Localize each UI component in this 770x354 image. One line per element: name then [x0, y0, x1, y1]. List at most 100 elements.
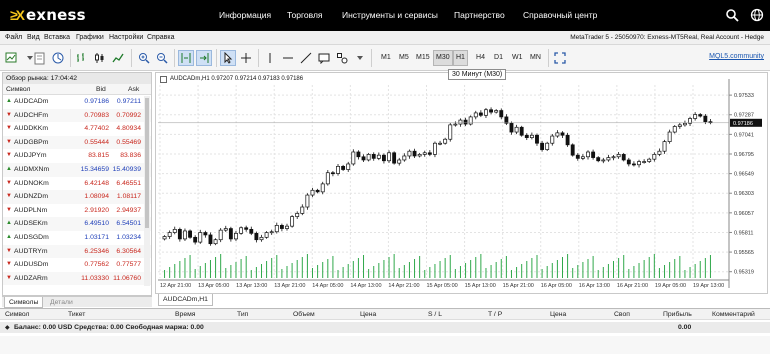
- timeframe-h4[interactable]: H4: [474, 50, 487, 66]
- column-symbol[interactable]: Символ: [6, 86, 31, 93]
- market-watch-row[interactable]: ▼ AUDTRYm 6.25346 6.30564: [3, 244, 151, 259]
- nav-tools[interactable]: Инструменты и сервисы: [342, 10, 438, 20]
- market-watch-row[interactable]: ▼ AUDNOKm 6.42148 6.46551: [3, 177, 151, 191]
- market-watch-row[interactable]: ▼ AUDNZDm 1.08094 1.08117: [3, 190, 151, 204]
- tab-details[interactable]: Детали: [46, 297, 77, 308]
- down-arrow-icon: ▼: [6, 138, 12, 145]
- y-tick-label: 0.95811: [734, 230, 753, 236]
- exness-wordmark: exness: [26, 6, 86, 24]
- balance-marker-icon: ◆: [5, 325, 10, 331]
- menu-charts[interactable]: Графики: [76, 34, 104, 41]
- market-watch-row[interactable]: ▼ AUDPLNm 2.91920 2.94937: [3, 204, 151, 218]
- chart-window[interactable]: AUDCADm,H1 0.97207 0.97214 0.97183 0.971…: [155, 72, 768, 294]
- bull-candle: [310, 189, 315, 196]
- timeframe-d1[interactable]: D1: [492, 50, 505, 66]
- bar-chart-icon[interactable]: [74, 50, 90, 66]
- bull-candle: [198, 232, 203, 243]
- market-watch-row[interactable]: ▼ AUDJPYm 83.815 83.836: [3, 149, 151, 163]
- timeframe-w1[interactable]: W1: [510, 50, 525, 66]
- market-watch-row[interactable]: ▲ AUDMXNm 15.34659 15.40939: [3, 162, 151, 177]
- timeframe-m15[interactable]: M15: [414, 50, 432, 66]
- timeframe-h1[interactable]: H1: [453, 50, 468, 66]
- bull-candle: [320, 183, 325, 193]
- bear-candle: [570, 144, 575, 156]
- market-watch-row[interactable]: ▼ AUDDKKm 4.77402 4.80934: [3, 122, 151, 136]
- autoscroll-icon[interactable]: [196, 50, 212, 66]
- col-swap[interactable]: Своп: [614, 311, 630, 318]
- bear-candle: [249, 229, 254, 234]
- bull-candle: [305, 194, 310, 208]
- down-arrow-icon: ▼: [6, 247, 12, 254]
- dropdown-arrow-icon[interactable]: [352, 50, 368, 66]
- col-sl[interactable]: S / L: [428, 311, 442, 318]
- menu-view[interactable]: Вид: [27, 34, 40, 41]
- bear-candle: [478, 112, 483, 116]
- bull-candle: [693, 114, 698, 119]
- market-watch-row[interactable]: ▼ AUDZARm 11.03330 11.06760: [3, 271, 151, 286]
- algo-trading-icon[interactable]: [50, 50, 66, 66]
- market-watch-row[interactable]: ▲ AUDCADm 0.97186 0.97211: [3, 95, 151, 109]
- zoom-in-icon[interactable]: [136, 50, 152, 66]
- cursor-icon[interactable]: [220, 50, 236, 66]
- shapes-icon[interactable]: [334, 50, 350, 66]
- candlestick-chart-icon[interactable]: [92, 50, 108, 66]
- market-watch-row[interactable]: ▼ AUDGBPm 0.55444 0.55469: [3, 135, 151, 150]
- price-chart[interactable]: 0.97533 0.97287 0.97041 0.96795 0.96549 0.963…: [156, 73, 767, 293]
- menu-insert[interactable]: Вставка: [44, 34, 70, 41]
- new-order-icon[interactable]: [32, 50, 48, 66]
- col-comment[interactable]: Комментарий: [712, 311, 755, 318]
- fullscreen-icon[interactable]: [552, 50, 568, 66]
- nav-info[interactable]: Информация: [219, 10, 271, 20]
- col-volume[interactable]: Объем: [293, 311, 315, 318]
- globe-icon[interactable]: [750, 8, 764, 22]
- new-chart-icon[interactable]: [4, 50, 20, 66]
- search-icon[interactable]: [725, 8, 739, 22]
- col-ticket[interactable]: Тикет: [68, 311, 85, 318]
- market-watch-row[interactable]: ▼ AUDCHFm 0.70983 0.70992: [3, 108, 151, 123]
- market-watch-scrollbar[interactable]: [144, 96, 150, 286]
- market-watch-row[interactable]: ▲ AUDSEKm 6.49510 6.54501: [3, 217, 151, 231]
- col-price[interactable]: Цена: [360, 311, 376, 318]
- chart-tab[interactable]: AUDCADm,H1: [158, 294, 213, 306]
- tab-symbols[interactable]: Символы: [4, 297, 44, 308]
- col-time[interactable]: Время: [175, 311, 195, 318]
- exness-logo[interactable]: ≥X exness: [10, 6, 86, 24]
- col-type[interactable]: Тип: [237, 311, 248, 318]
- col-tp[interactable]: T / P: [488, 311, 502, 318]
- x-tick-label: 15 Apr 21:00: [503, 283, 534, 289]
- up-arrow-icon: ▲: [6, 165, 12, 172]
- menu-file[interactable]: Файл: [5, 34, 22, 41]
- market-watch-row[interactable]: ▼ AUDUSDm 0.77562 0.77577: [3, 258, 151, 272]
- nav-trading[interactable]: Торговля: [287, 10, 323, 20]
- market-watch-row[interactable]: ▲ AUDSGDm 1.03171 1.03234: [3, 231, 151, 245]
- timeframe-m1[interactable]: M1: [379, 50, 393, 66]
- line-chart-icon[interactable]: [110, 50, 126, 66]
- horizontal-line-icon[interactable]: [280, 50, 296, 66]
- bull-candle: [269, 231, 274, 234]
- x-tick-label: 19 Apr 13:00: [693, 283, 724, 289]
- col-symbol[interactable]: Символ: [5, 311, 30, 318]
- menu-settings[interactable]: Настройки: [109, 34, 143, 41]
- bear-candle: [565, 134, 570, 146]
- trendline-icon[interactable]: [298, 50, 314, 66]
- chart-shift-icon[interactable]: [178, 50, 194, 66]
- bear-candle: [177, 229, 182, 240]
- vertical-line-icon[interactable]: [262, 50, 278, 66]
- col-profit[interactable]: Прибыль: [663, 311, 692, 318]
- timeframe-m30[interactable]: M30: [433, 50, 453, 66]
- col-price-current[interactable]: Цена: [550, 311, 566, 318]
- nav-help-center[interactable]: Справочный центр: [523, 10, 597, 20]
- bull-candle: [616, 154, 621, 158]
- nav-partners[interactable]: Партнерство: [454, 10, 505, 20]
- menu-help[interactable]: Справка: [147, 34, 174, 41]
- mql5-community-link[interactable]: MQL5.community: [709, 53, 764, 60]
- zoom-out-icon[interactable]: [154, 50, 170, 66]
- timeframe-mn[interactable]: MN: [528, 50, 543, 66]
- scrollbar-thumb[interactable]: [145, 98, 149, 228]
- timeframe-m5[interactable]: M5: [397, 50, 411, 66]
- crosshair-icon[interactable]: [238, 50, 254, 66]
- column-ask[interactable]: Ask: [128, 86, 139, 93]
- market-watch-title: Обзор рынка: 17:04:42: [3, 73, 151, 84]
- text-label-icon[interactable]: [316, 50, 332, 66]
- column-bid[interactable]: Bid: [96, 86, 106, 93]
